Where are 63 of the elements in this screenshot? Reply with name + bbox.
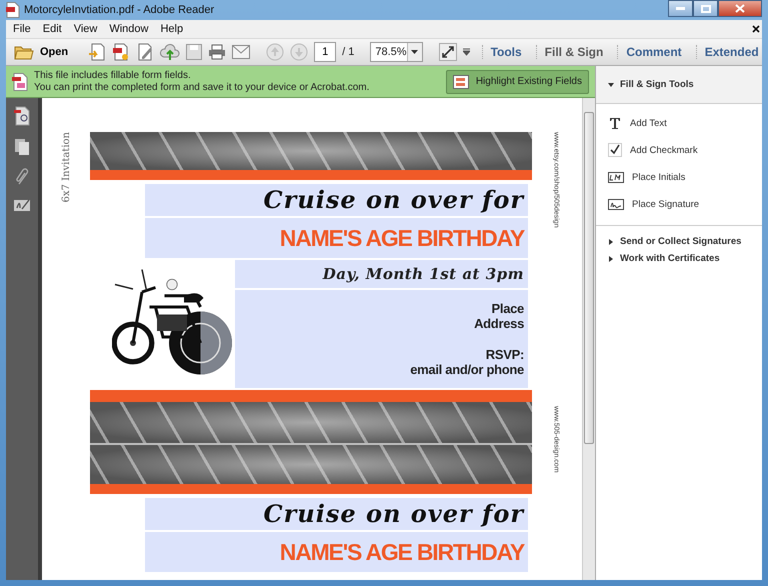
toolbar-tab[interactable]: Fill & Sign [536,45,612,59]
contact-text: email and/or phone [410,362,524,377]
text-tool-icon [608,116,622,130]
signature-pen-icon[interactable] [13,198,31,212]
minimize-icon [676,7,685,10]
overflow-icon[interactable] [462,48,470,56]
address-text: Address [474,316,524,331]
tool-item[interactable]: Place Signature [608,195,750,213]
menu-item[interactable]: Window [104,23,154,35]
document-arrow-icon[interactable] [88,43,106,61]
page-total: / 1 [342,46,354,58]
close-button[interactable] [718,0,762,17]
maximize-button[interactable] [693,0,718,17]
pages-icon[interactable] [14,138,30,156]
expand-arrows-icon[interactable] [438,43,457,61]
maximize-icon [700,4,710,12]
cloud-upload-icon[interactable] [160,43,180,61]
fill-sign-tools-header[interactable]: Fill & Sign Tools [596,66,762,104]
pdf-file-icon [6,2,20,18]
minimize-button[interactable] [668,0,693,17]
highlight-fields-button[interactable]: Highlight Existing Fields [446,70,589,94]
place-text: Place [492,301,524,316]
email-icon[interactable] [232,45,250,59]
tool-item[interactable]: Add Text [608,114,750,132]
form-fields-icon [452,74,471,88]
menu-item[interactable]: File [8,23,36,35]
close-icon[interactable] [752,25,760,33]
paperclip-icon[interactable] [15,168,29,186]
edit-document-icon[interactable] [136,43,154,61]
pdf-document-icon[interactable] [112,43,130,61]
notification-text: This file includes fillable form fields. You can print the completed form and save it to your device or Acrobat.com. [34,70,370,94]
menu-item[interactable]: Edit [38,23,67,35]
signature-icon [608,198,624,210]
name-age-title: NAME'S AGE BIRTHDAY [280,224,524,253]
save-icon[interactable] [186,44,202,60]
page-thumbnails-icon[interactable] [13,106,31,126]
toolbar-tab[interactable]: Tools [482,45,530,59]
zoom-dropdown[interactable]: 78.5% [370,42,423,62]
window-title: MotorcyleInvtiation.pdf - Adobe Reader [24,4,216,16]
rsvp-label: RSVP: [486,347,524,362]
toolbar-tab[interactable]: Extended [696,45,767,59]
side-label: 6x7 Invitation [60,132,72,202]
checkmark-icon [608,143,622,157]
headline-text: Cruise on over for [264,498,524,530]
toolbar-tab[interactable]: Comment [617,45,690,59]
tool-item[interactable]: Add Checkmark [608,141,750,159]
page-number-field[interactable]: 1 [314,42,336,62]
vertical-scrollbar[interactable] [582,98,595,580]
panel-section[interactable]: Send or Collect Signatures [596,232,754,249]
caret-icon [411,50,418,54]
name-age-title: NAME'S AGE BIRTHDAY [280,538,524,567]
folder-icon [14,44,34,60]
open-button[interactable]: Open [10,44,72,60]
panel-section[interactable]: Work with Certificates [596,249,732,266]
tool-item[interactable]: Place Initials [608,168,750,186]
print-icon[interactable] [208,44,226,60]
menu-item[interactable]: Help [155,23,188,35]
headline-text: Cruise on over for [264,184,524,216]
initials-icon [608,172,624,182]
menu-item[interactable]: View [68,23,102,35]
form-document-icon [12,72,28,90]
close-icon [735,4,745,13]
date-text: Day, Month 1st at 3pm [322,264,524,285]
